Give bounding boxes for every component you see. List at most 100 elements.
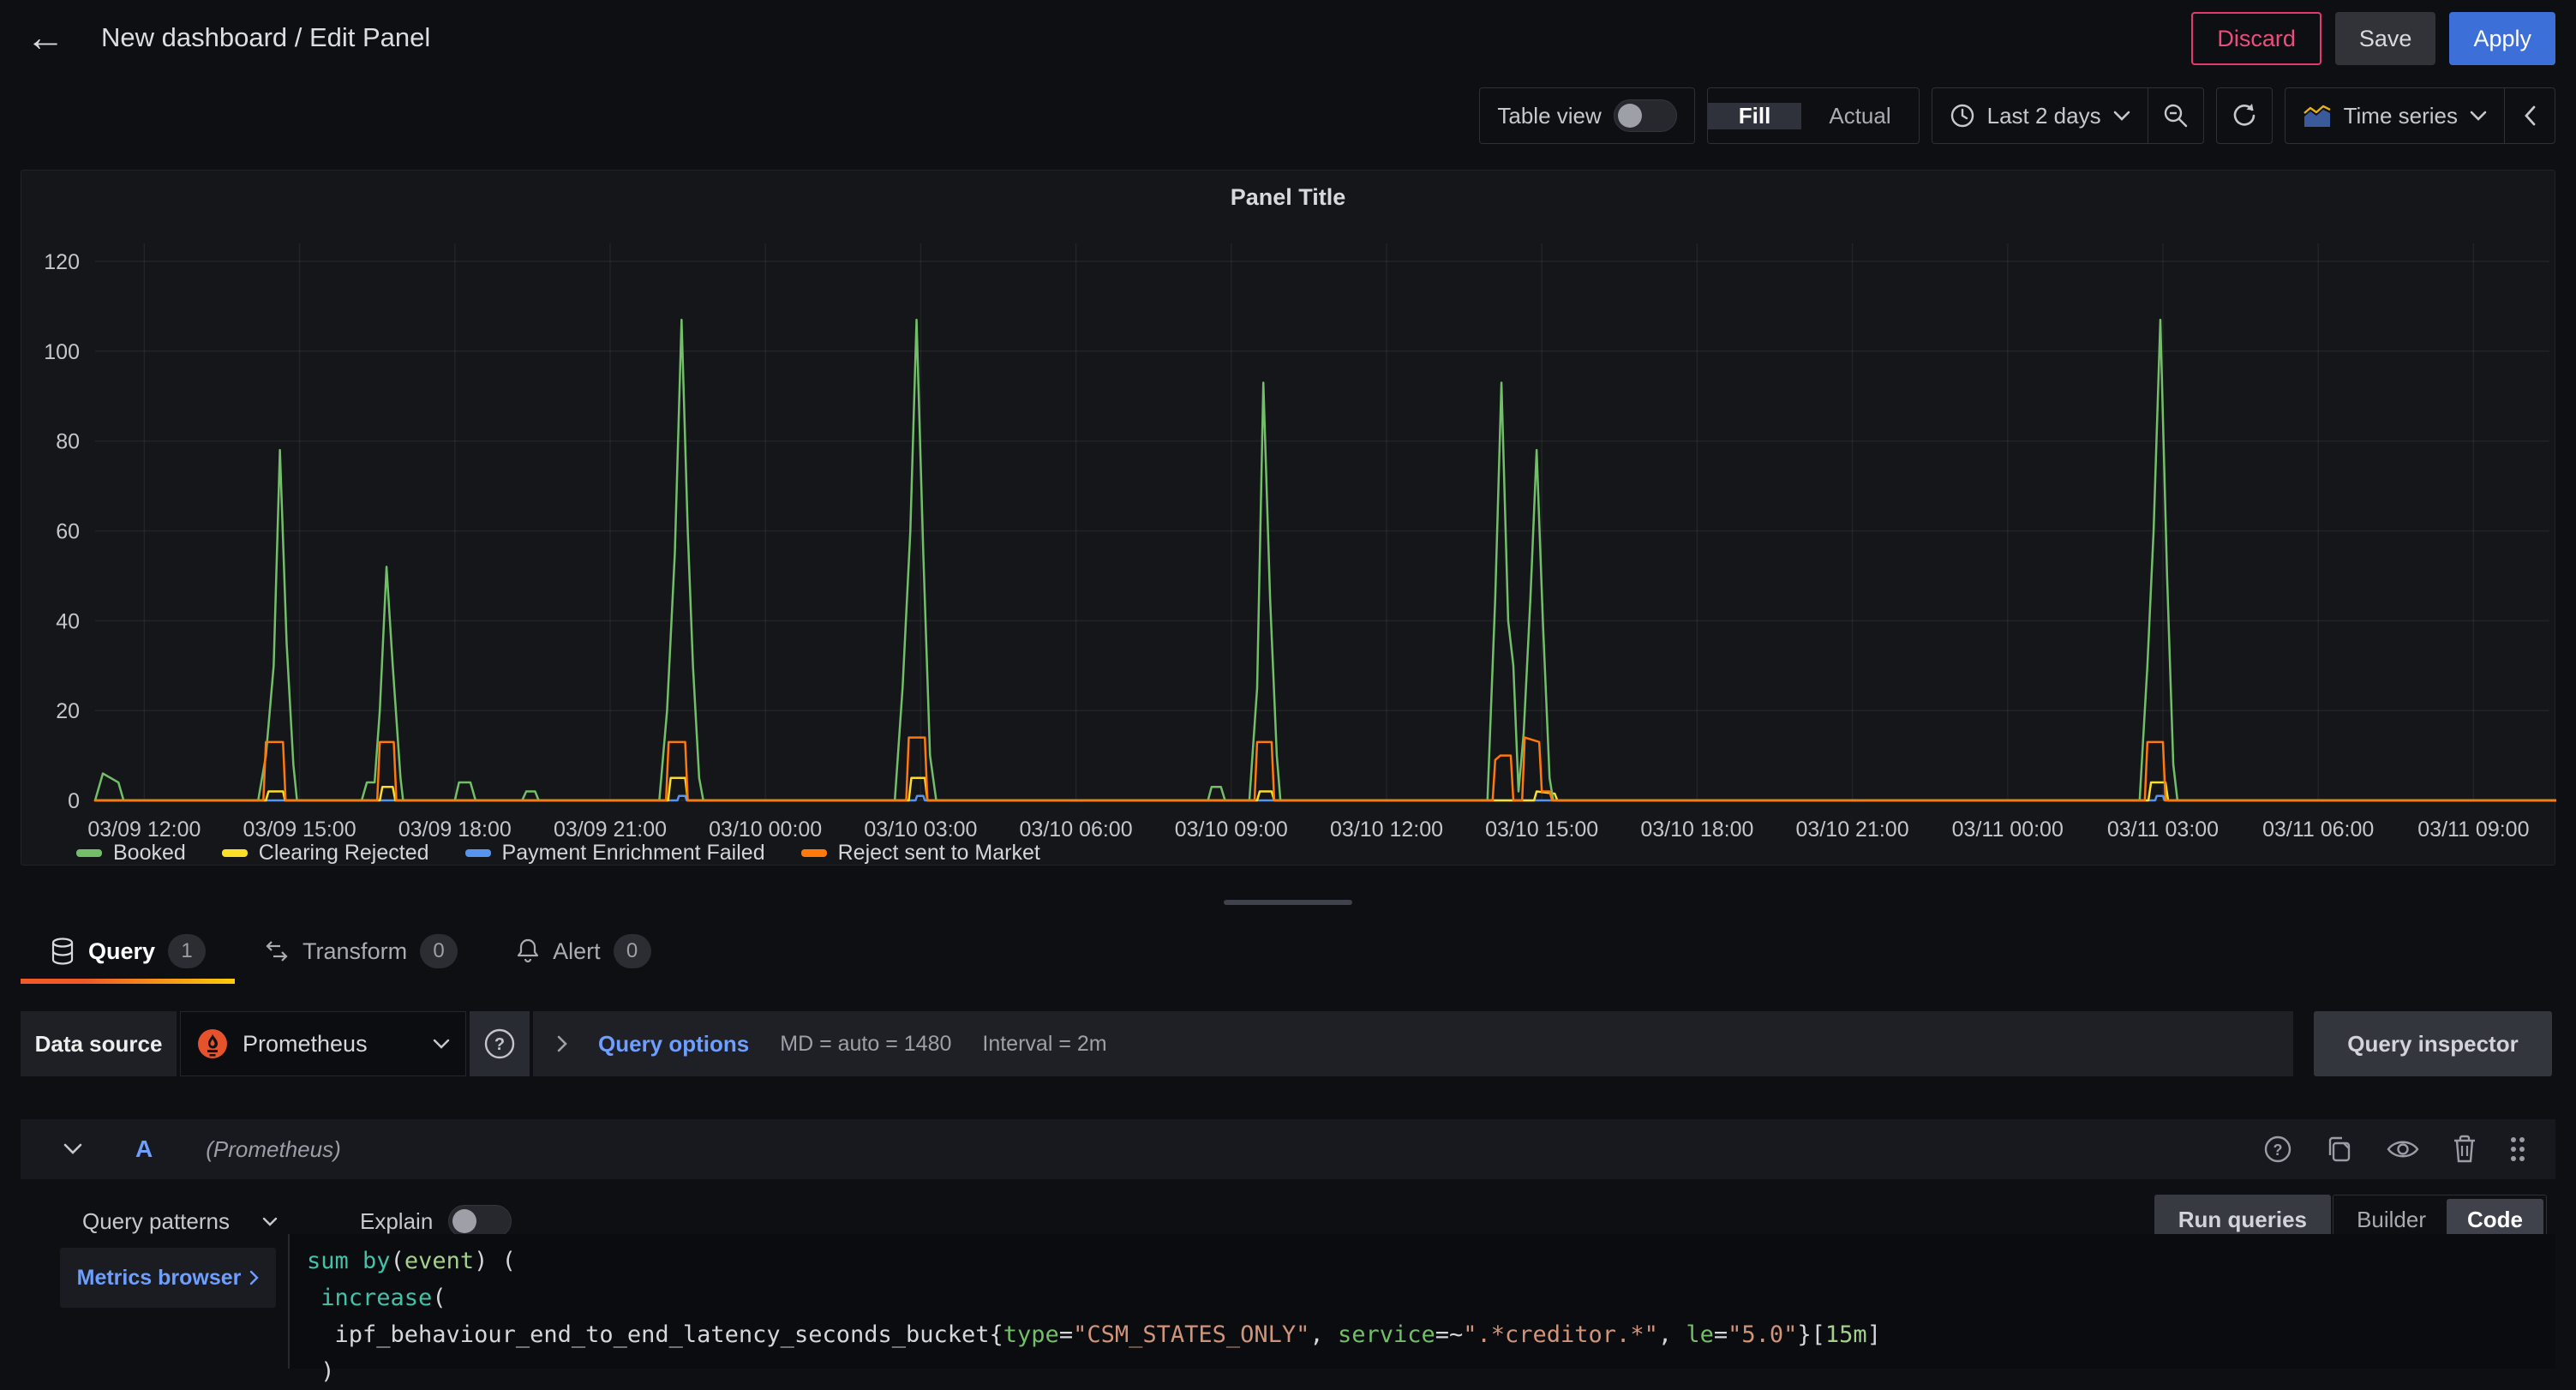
table-view-label: Table view xyxy=(1497,103,1601,129)
chart-panel: Panel Title 02040608010012003/09 12:0003… xyxy=(21,170,2555,866)
code-token: event xyxy=(404,1248,474,1274)
code-token: , xyxy=(1309,1321,1338,1348)
prometheus-icon xyxy=(196,1028,229,1060)
builder-segment[interactable]: Builder xyxy=(2336,1207,2447,1233)
time-range-picker[interactable]: Last 2 days xyxy=(1932,103,2148,129)
code-token: ( xyxy=(391,1248,404,1274)
legend-swatch xyxy=(465,849,491,857)
toggle-visibility-icon[interactable] xyxy=(2386,1136,2420,1162)
time-series-chart[interactable]: 02040608010012003/09 12:0003/09 15:0003/… xyxy=(21,222,2556,865)
code-line: increase( xyxy=(307,1279,1881,1316)
promql-code[interactable]: sum by(event) ( increase( ipf_behaviour_… xyxy=(307,1243,1881,1390)
interval-value: Interval = 2m xyxy=(982,1032,1106,1057)
code-token: = xyxy=(1059,1321,1073,1348)
x-axis-tick: 03/09 15:00 xyxy=(243,818,356,842)
drag-handle-icon[interactable] xyxy=(2509,1135,2526,1164)
metrics-browser-label: Metrics browser xyxy=(77,1266,242,1291)
datasource-picker[interactable]: Prometheus xyxy=(180,1011,466,1076)
legend-swatch xyxy=(801,849,827,857)
database-icon xyxy=(50,938,75,965)
legend-item[interactable]: Clearing Rejected xyxy=(222,841,429,866)
x-axis-tick: 03/09 18:00 xyxy=(398,818,512,842)
discard-button[interactable]: Discard xyxy=(2191,12,2321,65)
legend-item[interactable]: Payment Enrichment Failed xyxy=(465,841,765,866)
datasource-help-button[interactable]: ? xyxy=(470,1011,530,1076)
code-token: = xyxy=(1714,1321,1728,1348)
code-token: ipf_behaviour_end_to_end_latency_seconds… xyxy=(307,1321,1003,1348)
tab-transform[interactable]: Transform 0 xyxy=(235,924,487,979)
legend-item[interactable]: Booked xyxy=(76,841,186,866)
query-patterns-dropdown[interactable]: Query patterns xyxy=(82,1195,278,1248)
x-axis-tick: 03/11 09:00 xyxy=(2417,818,2529,842)
page-title: New dashboard / Edit Panel xyxy=(101,22,430,53)
y-axis-tick: 100 xyxy=(44,340,80,364)
y-axis-tick: 80 xyxy=(56,430,80,454)
code-token: type xyxy=(1003,1321,1059,1348)
chart-legend: Booked Clearing Rejected Payment Enrichmen… xyxy=(76,841,1040,866)
legend-item[interactable]: Reject sent to Market xyxy=(801,841,1040,866)
y-axis-tick: 120 xyxy=(44,250,80,274)
y-axis-tick: 20 xyxy=(56,699,80,723)
code-token xyxy=(349,1248,362,1274)
max-data-points-value: MD = auto = 1480 xyxy=(780,1032,951,1057)
tab-transform-label: Transform xyxy=(303,938,407,965)
tab-alert[interactable]: Alert 0 xyxy=(487,924,680,979)
code-token: ) ( xyxy=(474,1248,516,1274)
chevron-right-icon[interactable] xyxy=(557,1035,567,1052)
query-inspector-button[interactable]: Query inspector xyxy=(2314,1011,2552,1076)
explain-label: Explain xyxy=(360,1208,433,1235)
table-view-toggle[interactable] xyxy=(1614,99,1677,132)
header-actions: Discard Save Apply xyxy=(2191,12,2555,65)
bell-icon xyxy=(516,938,540,965)
chevron-down-icon xyxy=(2470,111,2487,121)
explain-toggle[interactable] xyxy=(448,1205,512,1237)
zoom-out-icon[interactable] xyxy=(2148,102,2203,129)
promql-code-editor[interactable]: sum by(event) ( increase( ipf_behaviour_… xyxy=(288,1234,2555,1369)
metrics-browser-button[interactable]: Metrics browser xyxy=(60,1248,276,1308)
legend-swatch xyxy=(76,849,102,857)
collapse-query-icon[interactable] xyxy=(63,1143,82,1155)
query-ref-id[interactable]: A xyxy=(135,1135,153,1163)
transform-icon xyxy=(264,938,290,964)
clock-icon xyxy=(1950,103,1975,129)
code-token: ) xyxy=(307,1358,335,1385)
code-token: }[ xyxy=(1797,1321,1825,1348)
query-datasource-hint: (Prometheus) xyxy=(206,1136,341,1163)
actual-segment[interactable]: Actual xyxy=(1801,103,1918,129)
code-token: by xyxy=(362,1248,391,1274)
y-axis-tick: 60 xyxy=(56,519,80,543)
code-line: ) xyxy=(307,1353,1881,1390)
legend-label: Reject sent to Market xyxy=(838,841,1040,866)
duplicate-query-icon[interactable] xyxy=(2324,1134,2355,1165)
refresh-icon[interactable] xyxy=(2216,87,2273,144)
x-axis-tick: 03/10 03:00 xyxy=(864,818,977,842)
chevron-down-icon xyxy=(433,1039,450,1049)
legend-label: Booked xyxy=(113,841,186,866)
save-button[interactable]: Save xyxy=(2335,12,2436,65)
legend-label: Payment Enrichment Failed xyxy=(502,841,765,866)
x-axis-tick: 03/10 15:00 xyxy=(1485,818,1598,842)
fill-segment[interactable]: Fill xyxy=(1708,103,1802,129)
tab-alert-label: Alert xyxy=(553,938,601,965)
code-token: sum xyxy=(307,1248,349,1274)
query-help-icon[interactable]: ? xyxy=(2262,1134,2293,1165)
tab-query[interactable]: Query 1 xyxy=(21,924,235,979)
panel-resize-handle[interactable] xyxy=(1224,900,1352,905)
x-axis-tick: 03/11 00:00 xyxy=(1952,818,2064,842)
series-clearing-rejected xyxy=(95,778,2556,800)
x-axis-tick: 03/10 06:00 xyxy=(1020,818,1133,842)
collapse-options-icon[interactable] xyxy=(2505,105,2555,126)
query-options-bar: Query options MD = auto = 1480 Interval … xyxy=(533,1011,2293,1076)
y-axis-tick: 40 xyxy=(56,609,80,633)
code-token: 15m xyxy=(1825,1321,1867,1348)
chevron-down-icon xyxy=(262,1217,278,1226)
delete-query-icon[interactable] xyxy=(2451,1134,2478,1165)
apply-button[interactable]: Apply xyxy=(2449,12,2555,65)
query-options-link[interactable]: Query options xyxy=(598,1031,749,1057)
legend-label: Clearing Rejected xyxy=(259,841,429,866)
x-axis-tick: 03/10 00:00 xyxy=(709,818,822,842)
x-axis-tick: 03/11 06:00 xyxy=(2262,818,2374,842)
visualization-picker[interactable]: Time series xyxy=(2285,103,2504,129)
code-token: "5.0" xyxy=(1728,1321,1797,1348)
back-arrow-icon[interactable]: ← xyxy=(26,14,65,60)
